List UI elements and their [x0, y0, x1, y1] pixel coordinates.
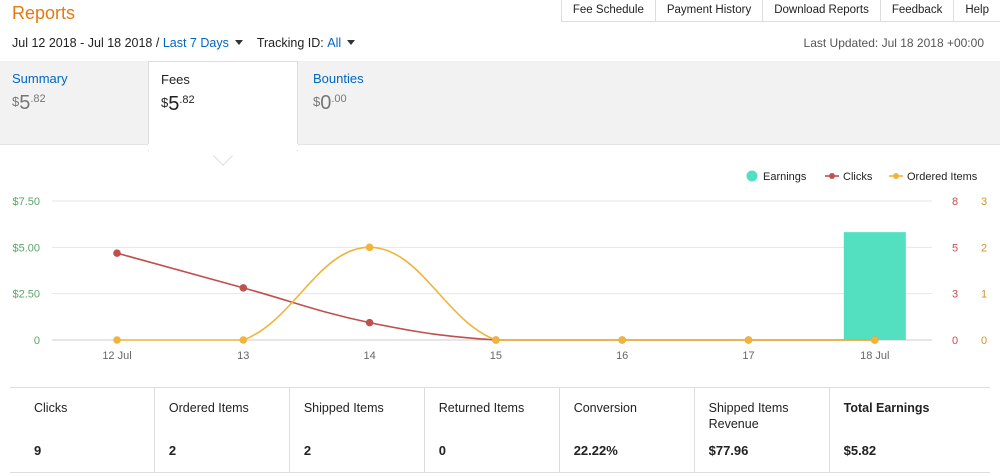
metric-value: $77.96 [708, 443, 749, 458]
y-clicks-tick-label: 8 [952, 196, 958, 208]
download-reports-button[interactable]: Download Reports [762, 0, 880, 21]
filter-bar: Jul 12 2018 - Jul 18 2018 / Last 7 Days … [12, 36, 361, 50]
metric-label: Returned Items [438, 401, 525, 415]
tab-amount: $0.00 [313, 92, 347, 114]
legend-earnings-label: Earnings [763, 171, 807, 183]
tracking-id-dropdown[interactable]: All [327, 36, 341, 50]
y-left-tick-label: 0 [34, 335, 40, 347]
x-tick-label: 17 [742, 350, 754, 362]
legend-ordered-items-label: Ordered Items [907, 171, 978, 183]
ordered-items-point [113, 336, 121, 344]
metric-label: Clicks [34, 401, 68, 415]
x-tick-label: 18 Jul [860, 350, 889, 362]
metric-value: $5.82 [843, 443, 877, 458]
ordered-items-point [871, 336, 879, 344]
tab-label: Bounties [313, 71, 364, 86]
metric-shipped-revenue: Shipped Items Revenue $77.96 [693, 388, 829, 472]
y-left-tick-label: $5.00 [12, 242, 40, 254]
metric-label: Total Earnings [843, 401, 930, 415]
metric-value: 2 [303, 443, 312, 458]
feedback-button[interactable]: Feedback [879, 0, 954, 21]
ordered-items-point [239, 336, 248, 344]
top-nav: Fee Schedule Payment History Download Re… [560, 0, 1000, 22]
tracking-id-label: Tracking ID: [256, 36, 324, 50]
page-title: Reports [12, 3, 76, 23]
clicks-point [365, 318, 374, 327]
y-items-tick-label: 3 [981, 196, 987, 208]
metrics-row: Clicks 9 Ordered Items 2 Shipped Items 2… [10, 387, 990, 473]
help-button[interactable]: Help [953, 0, 1000, 21]
metric-label: Shipped Items Revenue [708, 401, 789, 431]
x-tick-label: 14 [363, 350, 375, 362]
fee-schedule-button[interactable]: Fee Schedule [560, 0, 655, 21]
date-range: Jul 12 2018 - Jul 18 2018 / [12, 36, 160, 50]
payment-history-button[interactable]: Payment History [654, 0, 763, 21]
tab-label: Fees [161, 72, 190, 87]
metric-shipped-items: Shipped Items 2 [288, 388, 424, 472]
tab-label: Summary [12, 71, 68, 86]
clicks-point [239, 284, 248, 292]
metric-value: 2 [168, 443, 177, 458]
tab-fees[interactable]: Fees $5.82 [148, 61, 298, 151]
tab-amount: $5.82 [161, 93, 195, 115]
x-tick-label: 13 [237, 350, 249, 362]
ordered-items-point [492, 336, 500, 344]
legend-clicks-marker [829, 173, 835, 179]
y-items-tick-label: 1 [981, 289, 987, 301]
x-tick-label: 15 [490, 350, 502, 362]
last-updated: Last Updated: Jul 18 2018 +00:00 [803, 36, 984, 50]
y-left-tick-label: $2.50 [12, 289, 40, 301]
metric-label: Ordered Items [168, 401, 249, 415]
y-items-tick-label: 0 [981, 335, 987, 347]
metric-total-earnings: Total Earnings $5.82 [828, 388, 990, 472]
y-items-tick-label: 2 [981, 242, 987, 254]
tab-amount: $5.82 [12, 92, 46, 114]
ordered-items-point [618, 336, 626, 344]
clicks-point [113, 249, 121, 257]
metric-label: Conversion [573, 401, 637, 415]
y-clicks-tick-label: 3 [952, 289, 958, 301]
metric-value: 0 [438, 443, 446, 458]
metric-ordered-items: Ordered Items 2 [153, 388, 289, 472]
metric-clicks: Clicks 9 [10, 388, 154, 472]
ordered-items-point [365, 243, 374, 252]
chevron-down-icon[interactable] [234, 39, 243, 45]
metric-conversion: Conversion 22.22% [558, 388, 694, 472]
tab-summary[interactable]: Summary $5.82 [0, 61, 148, 145]
chevron-down-icon[interactable] [347, 39, 356, 45]
period-dropdown[interactable]: Last 7 Days [163, 36, 229, 50]
ordered-items-point [744, 336, 753, 344]
y-left-tick-label: $7.50 [12, 196, 40, 208]
tabs-bar: Summary $5.82 Fees $5.82 Bounties $0.00 [0, 61, 1000, 151]
tab-bounties[interactable]: Bounties $0.00 [301, 61, 451, 145]
x-tick-label: 12 Jul [102, 350, 131, 362]
legend-ordered-items-marker [893, 173, 899, 179]
metric-value: 9 [34, 443, 42, 458]
legend-earnings-swatch [746, 170, 758, 182]
fees-chart: 0 $2.50 $5.00 $7.50 0 3 5 8 0 1 2 3 12 Jul 13 14 15 16 17… [12, 170, 987, 362]
metric-returned-items: Returned Items 0 [423, 388, 559, 472]
y-clicks-tick-label: 0 [952, 335, 958, 347]
earnings-bar [843, 232, 906, 340]
x-tick-label: 16 [616, 350, 628, 362]
metric-label: Shipped Items [303, 401, 384, 415]
clicks-line [116, 252, 875, 341]
metric-value: 22.22% [573, 443, 618, 458]
legend-clicks-label: Clicks [843, 171, 873, 183]
y-clicks-tick-label: 5 [952, 242, 958, 254]
